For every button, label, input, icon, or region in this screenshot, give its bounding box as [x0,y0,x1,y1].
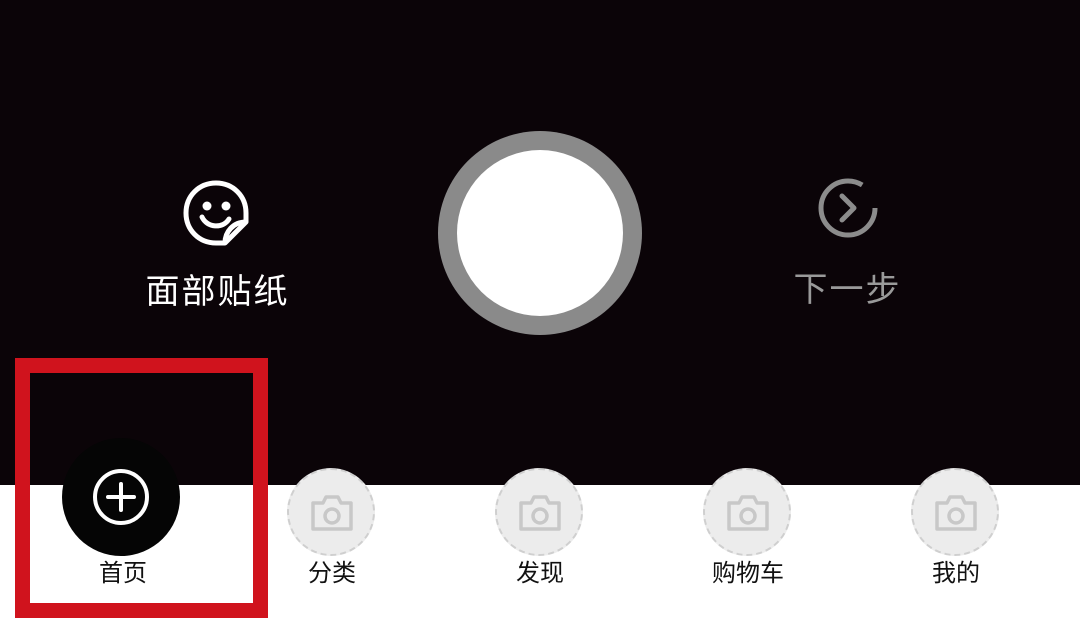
camera-icon [287,468,375,556]
face-sticker-label: 面部贴纸 [145,272,290,312]
next-step-button[interactable]: 下一步 [780,172,915,322]
plus-icon [93,469,149,525]
camera-icon [703,468,791,556]
camera-icon [495,468,583,556]
tab-cart-label: 购物车 [712,559,784,587]
plus-circle-icon [62,438,180,556]
camera-screen: 面部贴纸 下一步 首页 分类 发现 购物车 我的 [0,0,1080,641]
chevron-right-circle-icon [818,178,878,238]
face-sticker-icon [183,180,249,246]
tab-category[interactable]: 分类 [237,452,427,602]
camera-glyph [727,495,769,531]
camera-glyph [311,495,353,531]
next-step-label: 下一步 [793,270,902,310]
camera-icon [911,468,999,556]
tab-category-label: 分类 [308,559,356,587]
camera-glyph [519,495,561,531]
tab-cart[interactable]: 购物车 [653,452,843,602]
tab-home-label: 首页 [99,559,147,587]
tab-profile[interactable]: 我的 [861,452,1051,602]
tab-discover-label: 发现 [516,559,564,587]
tab-home[interactable]: 首页 [28,438,218,602]
shutter-button[interactable] [438,131,642,335]
tab-profile-label: 我的 [932,559,980,587]
shutter-button-center [457,150,623,316]
camera-glyph [935,495,977,531]
face-sticker-button[interactable]: 面部贴纸 [135,172,300,322]
tab-discover[interactable]: 发现 [445,452,635,602]
